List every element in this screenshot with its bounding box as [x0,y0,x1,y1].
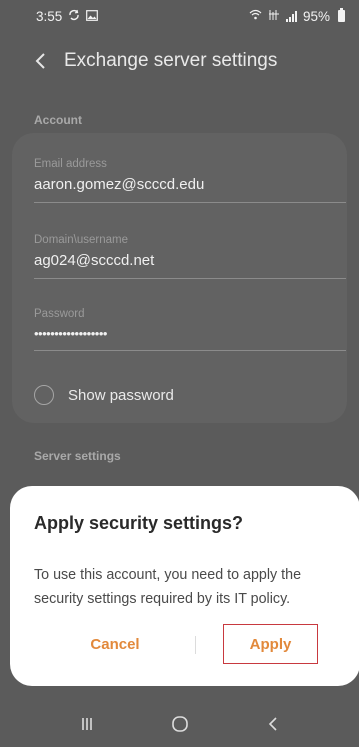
status-bar: 3:55 95% [0,0,359,32]
server-settings-section-label: Server settings [34,449,121,463]
security-settings-dialog: Apply security settings? To use this acc… [10,486,359,686]
button-divider [195,636,196,654]
show-password-radio[interactable] [34,385,54,405]
status-left: 3:55 [36,8,99,24]
password-field[interactable]: Password •••••••••••••••••• [34,308,346,351]
account-section-label: Account [34,113,82,127]
battery-icon [338,8,345,22]
navigation-bar [0,700,359,747]
lte-icon [268,9,280,23]
dialog-buttons: Cancel Apply [10,624,359,668]
domain-username-value[interactable]: ag024@scccd.net [34,252,346,278]
back-icon[interactable] [253,709,293,739]
email-field-underline [34,202,346,203]
back-arrow-icon[interactable] [30,50,52,72]
signal-icon [285,10,297,22]
cancel-button[interactable]: Cancel [50,624,180,664]
email-field-label: Email address [34,158,107,170]
domain-username-underline [34,278,346,279]
sync-icon [68,9,80,23]
password-field-underline [34,350,346,351]
wifi-calling-icon [249,9,262,23]
recent-apps-icon[interactable] [67,709,107,739]
email-field-value[interactable]: aaron.gomez@scccd.edu [34,176,346,202]
battery-percent: 95% [302,8,330,24]
home-icon[interactable] [160,709,200,739]
page-title: Exchange server settings [64,50,278,71]
password-field-label: Password [34,308,85,320]
show-password-toggle[interactable]: Show password [34,385,174,405]
app-header: Exchange server settings [0,40,359,82]
image-icon [86,9,99,23]
dialog-message: To use this account, you need to apply t… [34,567,302,607]
password-field-value[interactable]: •••••••••••••••••• [34,326,346,350]
domain-username-label: Domain\username [34,234,128,246]
domain-username-field[interactable]: Domain\username ag024@scccd.net [34,234,346,279]
dialog-title: Apply security settings? [34,513,244,533]
status-right: 95% [249,8,345,24]
show-password-label: Show password [68,386,174,404]
apply-button[interactable]: Apply [223,624,318,664]
email-field[interactable]: Email address aaron.gomez@scccd.edu [34,158,346,203]
status-time: 3:55 [36,8,63,24]
